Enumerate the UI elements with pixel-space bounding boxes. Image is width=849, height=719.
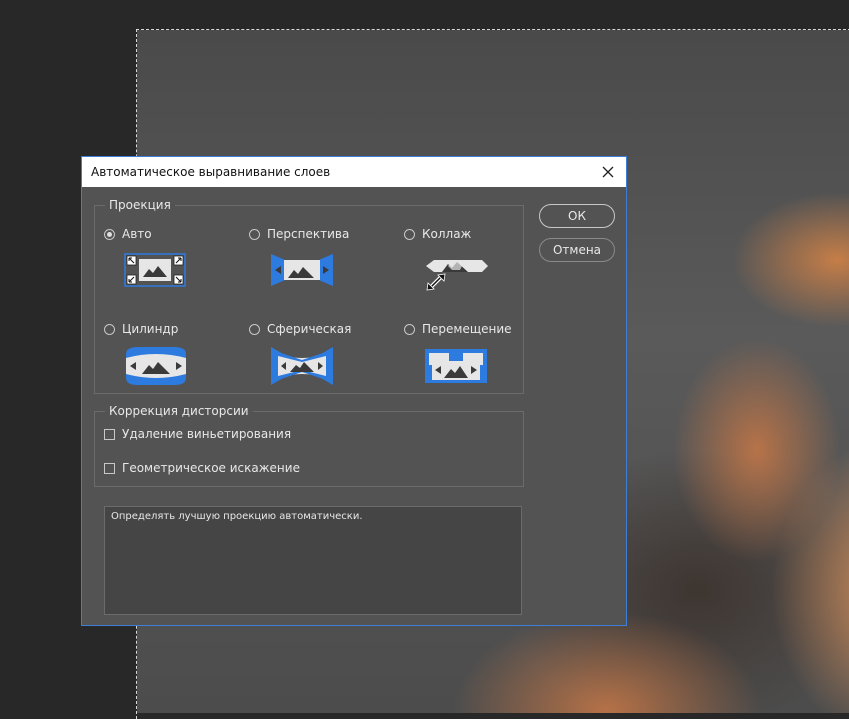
radio-label: Коллаж <box>422 227 472 241</box>
radio-button[interactable] <box>404 228 415 240</box>
radio-button[interactable] <box>104 228 115 240</box>
auto-align-layers-dialog: Автоматическое выравнивание слоев Проекц… <box>81 156 627 626</box>
reposition-projection-icon[interactable] <box>424 348 488 384</box>
projection-legend: Проекция <box>105 198 175 212</box>
checkbox-label: Удаление виньетирования <box>122 427 292 441</box>
radio-button[interactable] <box>249 228 260 240</box>
radio-label: Цилиндр <box>122 322 179 336</box>
close-icon <box>602 166 614 178</box>
distortion-legend: Коррекция дисторсии <box>105 404 253 418</box>
checkbox-geometric-distortion[interactable]: Геометрическое искажение <box>104 461 300 475</box>
radio-label: Сферическая <box>267 322 352 336</box>
dialog-titlebar[interactable]: Автоматическое выравнивание слоев <box>82 157 626 187</box>
radio-button[interactable] <box>249 323 260 335</box>
perspective-projection-icon[interactable] <box>270 252 334 288</box>
radio-label: Перспектива <box>267 227 350 241</box>
cancel-button[interactable]: Отмена <box>539 238 615 262</box>
radio-button[interactable] <box>104 323 115 335</box>
distortion-group: Коррекция дисторсии <box>94 404 524 487</box>
radio-label: Перемещение <box>422 322 512 336</box>
collage-projection-icon[interactable] <box>424 252 490 292</box>
auto-projection-icon[interactable] <box>124 252 186 288</box>
radio-button[interactable] <box>404 323 415 335</box>
radio-spherical[interactable]: Сферическая <box>249 322 351 336</box>
radio-reposition[interactable]: Перемещение <box>404 322 512 336</box>
radio-collage[interactable]: Коллаж <box>404 227 471 241</box>
radio-label: Авто <box>122 227 152 241</box>
checkbox[interactable] <box>104 462 115 474</box>
description-box: Определять лучшую проекцию автоматически… <box>104 506 522 615</box>
ok-button[interactable]: ОК <box>539 204 615 228</box>
checkbox[interactable] <box>104 428 115 440</box>
radio-cylinder[interactable]: Цилиндр <box>104 322 178 336</box>
radio-perspective[interactable]: Перспектива <box>249 227 349 241</box>
cylinder-projection-icon[interactable] <box>124 346 188 386</box>
close-button[interactable] <box>590 157 626 187</box>
checkbox-label: Геометрическое искажение <box>122 461 300 475</box>
radio-auto[interactable]: Авто <box>104 227 152 241</box>
spherical-projection-icon[interactable] <box>270 346 334 386</box>
dialog-title: Автоматическое выравнивание слоев <box>91 165 331 179</box>
checkbox-vignette-removal[interactable]: Удаление виньетирования <box>104 427 291 441</box>
